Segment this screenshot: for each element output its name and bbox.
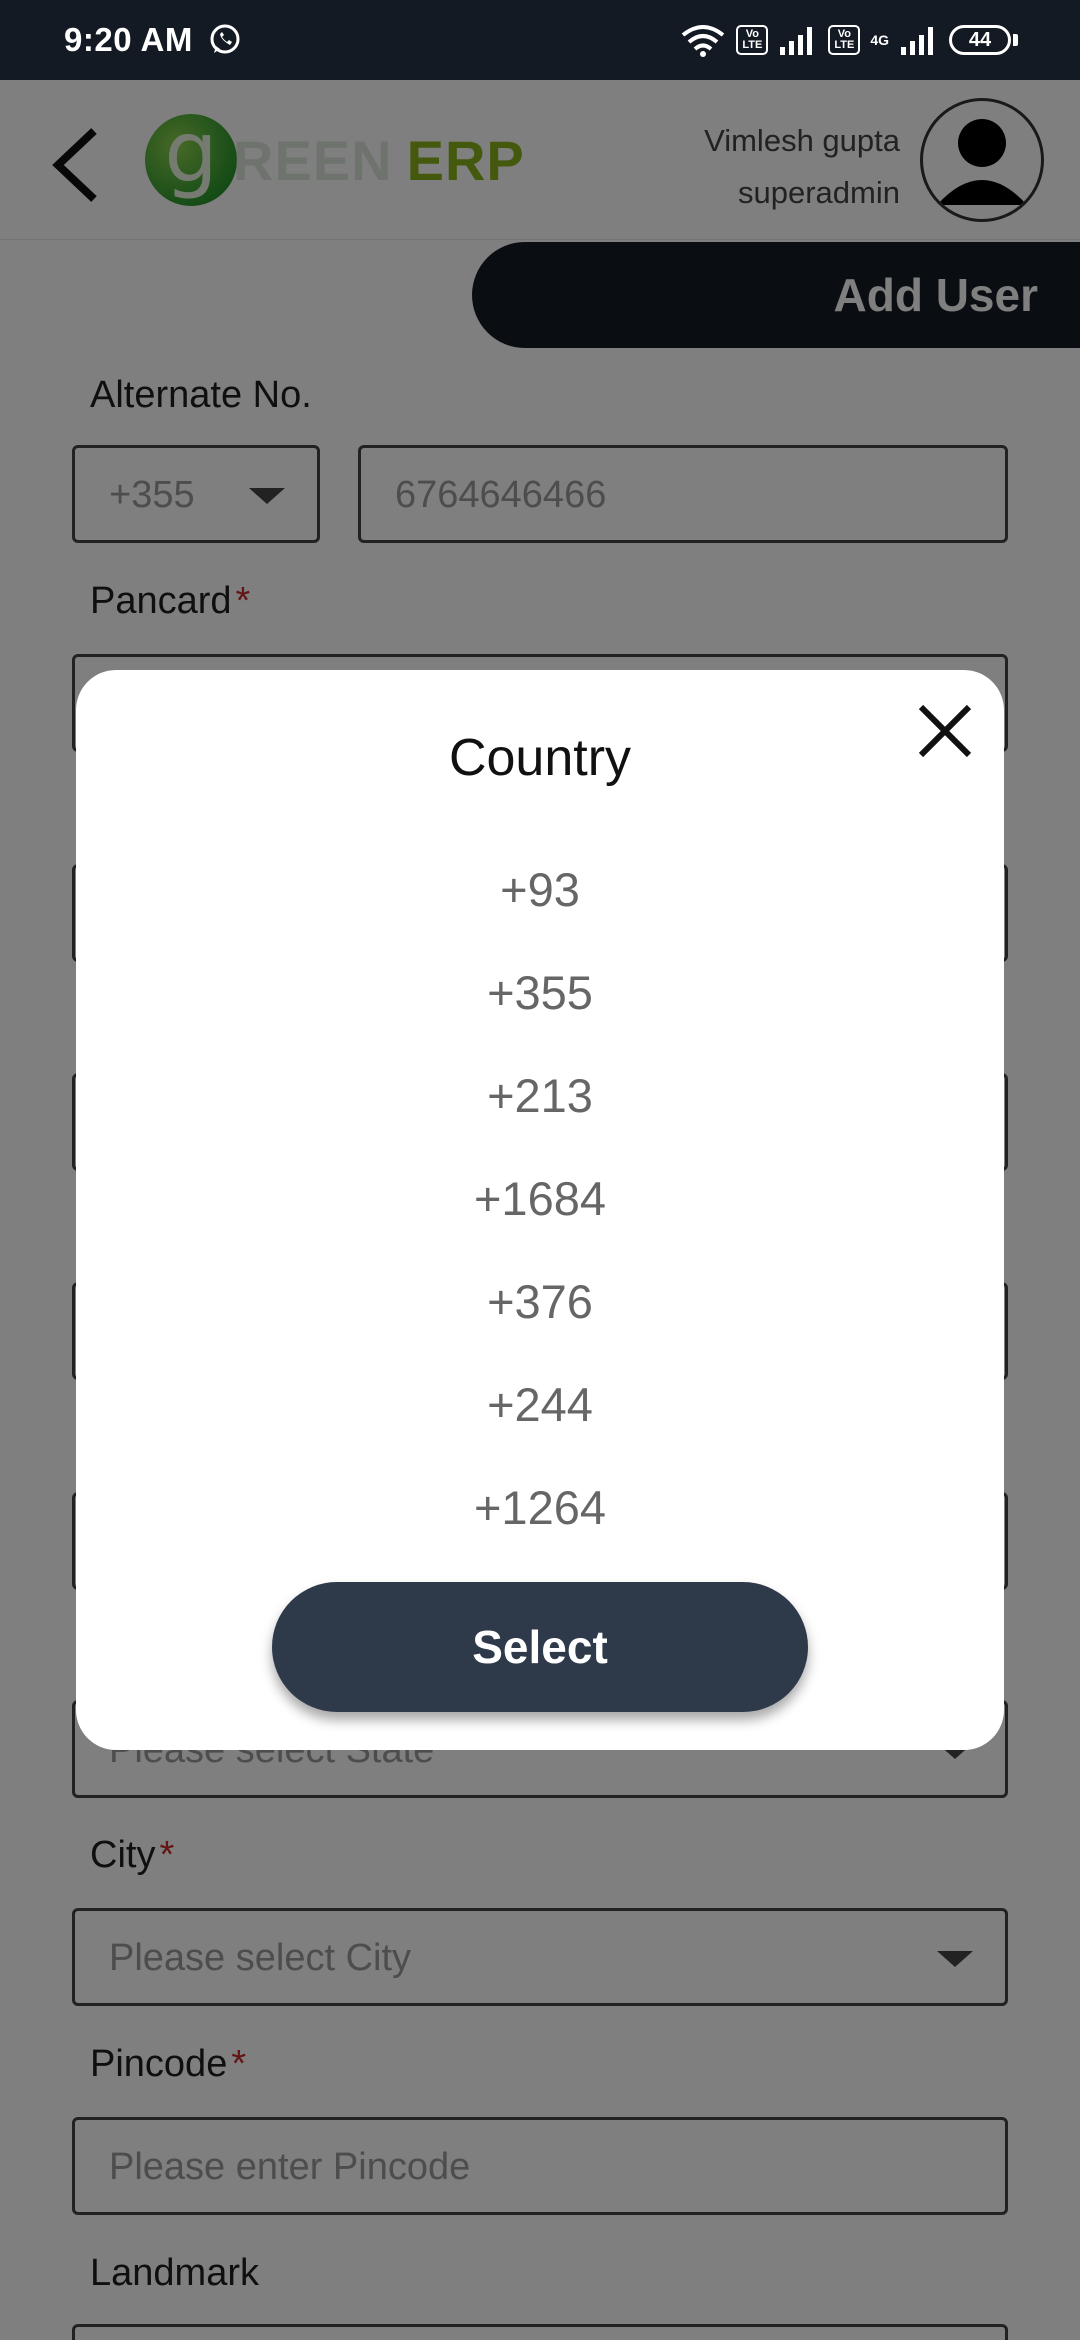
country-code-option[interactable]: +355 bbox=[76, 941, 1004, 1044]
country-code-list: +93 +355 +213 +1684 +376 +244 +1264 bbox=[76, 838, 1004, 1559]
wifi-icon bbox=[682, 25, 725, 57]
country-code-option[interactable]: +93 bbox=[76, 838, 1004, 941]
modal-title: Country bbox=[448, 729, 632, 787]
volte-badge: Vo LTE bbox=[828, 25, 861, 55]
network-type: 4G bbox=[870, 32, 889, 48]
country-code-option[interactable]: +1264 bbox=[76, 1456, 1004, 1559]
close-icon bbox=[918, 704, 972, 758]
signal-icon bbox=[901, 27, 933, 55]
signal-icon bbox=[780, 27, 813, 55]
country-code-option[interactable]: +213 bbox=[76, 1044, 1004, 1147]
close-button[interactable] bbox=[910, 696, 980, 766]
whatsapp-icon bbox=[210, 24, 240, 54]
status-time: 9:20 AM bbox=[64, 21, 193, 58]
select-button[interactable]: Select bbox=[272, 1582, 808, 1712]
battery-icon: 44 bbox=[949, 25, 1018, 55]
country-code-modal: Country +93 +355 +213 +1684 +376 +244 +1… bbox=[76, 670, 1004, 1750]
country-code-option[interactable]: +1684 bbox=[76, 1147, 1004, 1250]
status-bar: 9:20 AM Vo LTE Vo LTE 4G 44 bbox=[0, 0, 1080, 80]
volte-badge: Vo LTE bbox=[736, 25, 769, 55]
country-code-option[interactable]: +376 bbox=[76, 1250, 1004, 1353]
status-icons: Vo LTE Vo LTE 4G 44 bbox=[680, 0, 1018, 80]
country-code-option[interactable]: +244 bbox=[76, 1353, 1004, 1456]
battery-level: 44 bbox=[949, 25, 1011, 55]
